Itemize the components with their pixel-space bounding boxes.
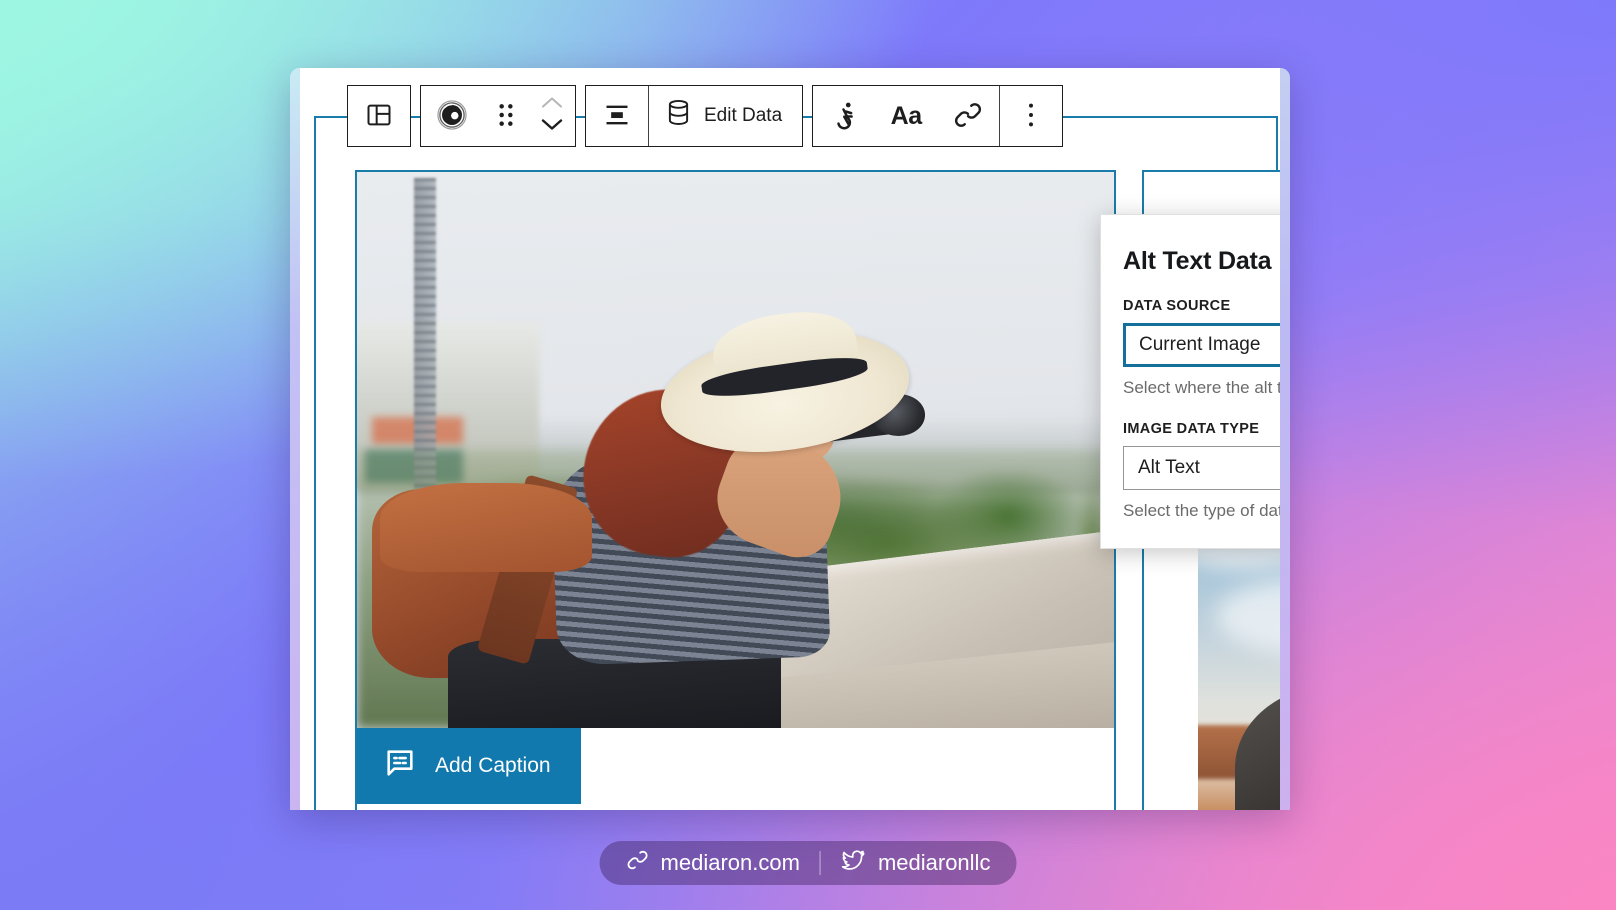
- toolbar-group-parent: [347, 85, 411, 147]
- field-image-data-type: IMAGE DATA TYPE Alt Text Select the type…: [1123, 421, 1280, 522]
- alt-text-data-popover: Alt Text Data DATA SOURCE Current Image …: [1100, 214, 1280, 550]
- data-source-select-wrap: Current Image: [1123, 323, 1280, 367]
- editor-canvas: Add Caption Edit Data Aa Alt Text Data D…: [300, 68, 1280, 810]
- branding-social-label: mediaronllc: [877, 850, 991, 875]
- editor-window: Add Caption Edit Data Aa Alt Text Data D…: [290, 68, 1290, 810]
- link-chain-icon: [626, 848, 650, 878]
- toolbar-divider-2: [999, 86, 1001, 146]
- field-data-source: DATA SOURCE Current Image Select where t…: [1123, 298, 1280, 399]
- select-parent-block-button[interactable]: [348, 86, 410, 146]
- block-type-image-button[interactable]: [421, 86, 483, 146]
- add-caption-label: Add Caption: [435, 754, 551, 777]
- drag-handle-button[interactable]: [483, 86, 529, 146]
- accessibility-button[interactable]: [813, 86, 875, 146]
- twitter-bird-icon: [841, 848, 867, 878]
- chevron-up-icon[interactable]: [540, 95, 564, 115]
- chevron-down-icon[interactable]: [540, 117, 564, 137]
- branding-social[interactable]: mediaronllc: [841, 848, 991, 878]
- popover-title: Alt Text Data: [1123, 247, 1272, 275]
- layout-sidebar-icon: [365, 101, 393, 132]
- image-data-type-label: IMAGE DATA TYPE: [1123, 421, 1260, 438]
- link-chain-icon: [953, 100, 983, 133]
- image-data-type-help: Select the type of data to use for the a…: [1123, 501, 1280, 521]
- align-center-icon: [603, 101, 631, 132]
- edit-data-label: Edit Data: [704, 105, 783, 126]
- image-data-type-select-wrap: Alt Text: [1123, 446, 1280, 491]
- caption-area: Add Caption: [357, 728, 1114, 810]
- data-source-label: DATA SOURCE: [1123, 298, 1231, 314]
- branding-site[interactable]: mediaron.com: [626, 848, 800, 878]
- caption-bubble-icon: [383, 746, 417, 786]
- more-options-button[interactable]: [1000, 86, 1062, 146]
- drag-dots-icon: [497, 102, 515, 131]
- data-source-help: Select where the alt text should come fr…: [1123, 378, 1280, 397]
- toolbar-group-format: Aa: [812, 85, 1064, 147]
- toolbar-group-align-data: Edit Data: [585, 85, 804, 147]
- image-block-selected[interactable]: Add Caption: [355, 170, 1116, 810]
- camera-lens-icon: [435, 98, 469, 135]
- toolbar-divider: [648, 86, 649, 146]
- branding-divider: [819, 851, 821, 875]
- database-icon: [665, 99, 692, 133]
- typography-aa-icon: Aa: [890, 101, 922, 130]
- add-caption-button[interactable]: Add Caption: [357, 728, 581, 804]
- align-block-button[interactable]: [586, 86, 648, 146]
- branding-pill: mediaron.com mediaronllc: [599, 841, 1017, 885]
- photo-photographer: [357, 172, 1114, 728]
- toolbar-group-block: [420, 85, 576, 147]
- move-block-control[interactable]: [529, 86, 575, 146]
- vertical-dots-icon: [1027, 101, 1035, 132]
- link-button[interactable]: [937, 86, 999, 146]
- branding-site-label: mediaron.com: [660, 850, 800, 875]
- block-toolbar: Edit Data Aa: [347, 85, 1064, 147]
- accessibility-icon: [829, 100, 859, 133]
- edit-data-button[interactable]: Edit Data: [649, 86, 802, 146]
- image-data-type-select[interactable]: Alt Text: [1123, 446, 1280, 491]
- photo-tower: [413, 177, 436, 489]
- photo-backpack-flap: [379, 483, 592, 573]
- typography-button[interactable]: Aa: [875, 86, 937, 146]
- screenshot-stage: Add Caption Edit Data Aa Alt Text Data D…: [0, 0, 1616, 910]
- data-source-select[interactable]: Current Image: [1123, 323, 1280, 367]
